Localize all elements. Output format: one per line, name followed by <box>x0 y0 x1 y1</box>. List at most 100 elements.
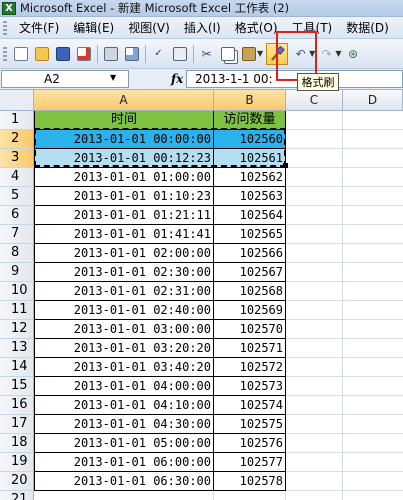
row-header[interactable]: 4 <box>0 168 34 187</box>
empty-cell[interactable] <box>286 472 343 491</box>
column-header-d[interactable]: D <box>343 90 403 111</box>
menu-data[interactable]: 数据(D) <box>339 19 396 36</box>
empty-cell[interactable] <box>286 377 343 396</box>
row-header[interactable]: 8 <box>0 244 34 263</box>
spelling-icon[interactable]: ✓ <box>150 45 167 62</box>
cell-time[interactable]: 2013-01-01 00:12:23 <box>34 149 214 168</box>
cell-visits[interactable]: 102573 <box>214 377 286 396</box>
row-header[interactable]: 6 <box>0 206 34 225</box>
cell-visits[interactable]: 102565 <box>214 225 286 244</box>
empty-cell[interactable] <box>286 168 343 187</box>
empty-cell[interactable] <box>286 301 343 320</box>
row-header[interactable]: 14 <box>0 358 34 377</box>
print-preview-icon[interactable] <box>123 45 140 62</box>
redo-icon[interactable]: ↷ <box>318 45 335 62</box>
row-header[interactable]: 5 <box>0 187 34 206</box>
empty-cell[interactable] <box>286 339 343 358</box>
row-header[interactable]: 10 <box>0 282 34 301</box>
hyperlink-icon[interactable]: ⊛ <box>344 45 361 62</box>
row-header[interactable]: 19 <box>0 453 34 472</box>
menu-view[interactable]: 视图(V) <box>121 19 177 36</box>
empty-cell[interactable] <box>286 244 343 263</box>
menu-edit[interactable]: 编辑(E) <box>66 19 121 36</box>
row-header[interactable]: 15 <box>0 377 34 396</box>
cell-visits[interactable]: 102564 <box>214 206 286 225</box>
cell-time[interactable]: 2013-01-01 05:00:00 <box>34 434 214 453</box>
cell-time[interactable]: 2013-01-01 03:00:00 <box>34 320 214 339</box>
cell-visits[interactable]: 102562 <box>214 168 286 187</box>
empty-cell[interactable] <box>286 396 343 415</box>
cell-time[interactable]: 2013-01-01 02:00:00 <box>34 244 214 263</box>
row-header[interactable]: 12 <box>0 320 34 339</box>
cell-time[interactable]: 2013-01-01 06:00:00 <box>34 453 214 472</box>
empty-cell[interactable] <box>343 225 403 244</box>
empty-cell[interactable] <box>343 111 403 130</box>
menu-insert[interactable]: 插入(I) <box>177 19 228 36</box>
paste-dropdown-icon[interactable]: ▼ <box>257 49 263 58</box>
name-box-dropdown-icon[interactable]: ▼ <box>110 73 116 82</box>
cell-time[interactable]: 2013-01-01 03:40:20 <box>34 358 214 377</box>
cell-visits[interactable]: 102571 <box>214 339 286 358</box>
cell-time[interactable]: 2013-01-01 02:31:00 <box>34 282 214 301</box>
row-header[interactable]: 3 <box>0 149 34 168</box>
row-header[interactable]: 9 <box>0 263 34 282</box>
row-header[interactable]: 1 <box>0 111 34 130</box>
empty-cell[interactable] <box>343 187 403 206</box>
empty-cell[interactable] <box>286 453 343 472</box>
empty-cell[interactable] <box>286 282 343 301</box>
empty-cell[interactable] <box>286 206 343 225</box>
cell-time[interactable]: 2013-01-01 01:21:11 <box>34 206 214 225</box>
research-icon[interactable] <box>171 45 188 62</box>
cell-visits[interactable]: 102574 <box>214 396 286 415</box>
cell-time[interactable]: 2013-01-01 06:30:00 <box>34 472 214 491</box>
empty-cell[interactable] <box>286 491 343 500</box>
new-icon[interactable] <box>12 45 29 62</box>
empty-cell[interactable] <box>343 320 403 339</box>
empty-cell[interactable] <box>343 472 403 491</box>
row-header[interactable]: 20 <box>0 472 34 491</box>
open-icon[interactable] <box>33 45 50 62</box>
cell-visits[interactable]: 102572 <box>214 358 286 377</box>
empty-cell[interactable] <box>343 168 403 187</box>
empty-cell[interactable] <box>286 320 343 339</box>
row-header[interactable]: 17 <box>0 415 34 434</box>
cell-visits[interactable]: 102563 <box>214 187 286 206</box>
cell-visits[interactable]: 102569 <box>214 301 286 320</box>
select-all-corner[interactable] <box>0 90 34 111</box>
column-header-b[interactable]: B <box>214 90 286 111</box>
cell-time[interactable]: 2013-01-01 04:10:00 <box>34 396 214 415</box>
empty-cell[interactable] <box>343 377 403 396</box>
copy-icon[interactable] <box>219 45 236 62</box>
fx-icon[interactable]: fx <box>171 72 183 86</box>
empty-cell[interactable] <box>343 244 403 263</box>
cell-time[interactable]: 2013-01-01 04:30:00 <box>34 415 214 434</box>
row-header[interactable]: 2 <box>0 130 34 149</box>
cell-time[interactable]: 2013-01-01 00:00:00 <box>34 130 214 149</box>
cell-time[interactable]: 2013-01-01 02:30:00 <box>34 263 214 282</box>
print-icon[interactable] <box>102 45 119 62</box>
cell-time[interactable]: 2013-01-01 01:00:00 <box>34 168 214 187</box>
empty-cell[interactable] <box>286 358 343 377</box>
empty-cell[interactable] <box>286 187 343 206</box>
empty-cell[interactable] <box>214 491 286 500</box>
empty-cell[interactable] <box>286 263 343 282</box>
column-header-c[interactable]: C <box>286 90 343 111</box>
row-header[interactable]: 16 <box>0 396 34 415</box>
empty-cell[interactable] <box>34 491 214 500</box>
row-header[interactable]: 13 <box>0 339 34 358</box>
menu-grip[interactable] <box>3 20 7 35</box>
cell-visits[interactable]: 102578 <box>214 472 286 491</box>
empty-cell[interactable] <box>343 263 403 282</box>
header-cell-time[interactable]: 时间 <box>34 111 214 130</box>
redo-dropdown-icon[interactable]: ▼ <box>335 49 341 58</box>
empty-cell[interactable] <box>343 206 403 225</box>
row-header[interactable]: 7 <box>0 225 34 244</box>
paste-icon[interactable] <box>240 45 257 62</box>
cell-visits[interactable]: 102566 <box>214 244 286 263</box>
cell-visits[interactable]: 102561 <box>214 149 286 168</box>
empty-cell[interactable] <box>343 358 403 377</box>
save-icon[interactable] <box>54 45 71 62</box>
cell-visits[interactable]: 102570 <box>214 320 286 339</box>
cell-visits[interactable]: 102560 <box>214 130 286 149</box>
fill-handle[interactable] <box>283 163 288 168</box>
